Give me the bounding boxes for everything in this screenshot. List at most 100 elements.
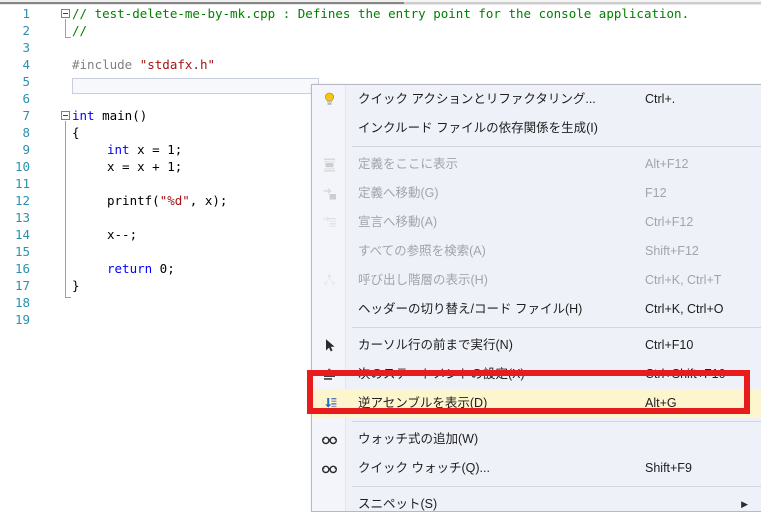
menu-item-label: 宣言へ移動(A) <box>358 215 438 229</box>
line-number: 4 <box>22 57 30 72</box>
code-line[interactable]: 3 <box>0 39 761 56</box>
line-content: return 0; <box>107 260 175 277</box>
set-next-statement-icon <box>321 366 338 383</box>
menu-item[interactable]: スニペット(S) ▶ <box>312 490 761 511</box>
code-line[interactable]: 4 #include "stdafx.h" <box>0 56 761 73</box>
line-number: 14 <box>14 227 30 242</box>
preprocessor-directive: #include <box>72 57 140 72</box>
menu-item[interactable]: 逆アセンブルを表示(D) Alt+G <box>312 389 761 418</box>
menu-separator <box>352 486 761 487</box>
menu-item-label: 呼び出し階層の表示(H) <box>358 273 488 287</box>
line-content: // <box>72 23 88 38</box>
menu-item-label: クイック アクションとリファクタリング... <box>358 92 596 106</box>
menu-item-shortcut: Shift+F9 <box>645 461 692 475</box>
context-menu[interactable]: クイック アクションとリファクタリング... Ctrl+. インクルード ファイルの… <box>311 84 761 512</box>
menu-item-list[interactable]: クイック アクションとリファクタリング... Ctrl+. インクルード ファイルの… <box>312 85 761 511</box>
go-to-definition-icon <box>321 185 338 202</box>
line-number: 1 <box>22 6 30 21</box>
menu-item[interactable]: カーソル行の前まで実行(N) Ctrl+F10 <box>312 331 761 360</box>
menu-item-label: 次のステートメントの設定(X) <box>358 367 525 381</box>
line-number: 15 <box>14 244 30 259</box>
menu-item-shortcut: Alt+F12 <box>645 157 689 171</box>
code-line[interactable]: 1 // test-delete-me-by-mk.cpp : Defines … <box>0 5 761 22</box>
menu-item[interactable]: クイック ウォッチ(Q)... Shift+F9 <box>312 454 761 483</box>
menu-item-shortcut: Shift+F12 <box>645 244 699 258</box>
screen-root: 1 // test-delete-me-by-mk.cpp : Defines … <box>0 0 761 512</box>
menu-item-label: スニペット(S) <box>358 497 438 511</box>
line-number: 2 <box>22 23 30 38</box>
line-number: 18 <box>14 295 30 310</box>
line-content: printf("%d", x); <box>107 192 227 209</box>
menu-item-label: カーソル行の前まで実行(N) <box>358 338 513 352</box>
line-number: 7 <box>22 108 30 123</box>
go-to-declaration-icon <box>321 214 338 231</box>
line-number: 17 <box>14 278 30 293</box>
glasses-icon <box>321 460 338 477</box>
line-number: 8 <box>22 125 30 140</box>
menu-item[interactable]: クイック アクションとリファクタリング... Ctrl+. <box>312 85 761 114</box>
menu-item-label: 定義をここに表示 <box>358 157 459 171</box>
menu-item-label: すべての参照を検索(A) <box>358 244 486 258</box>
menu-item[interactable]: ウォッチ式の追加(W) <box>312 425 761 454</box>
line-number: 12 <box>14 193 30 208</box>
menu-item-shortcut: Ctrl+Shift+F10 <box>645 367 726 381</box>
line-number: 11 <box>14 176 30 191</box>
menu-item-label: ウォッチ式の追加(W) <box>358 432 479 446</box>
menu-item: 定義へ移動(G) F12 <box>312 179 761 208</box>
menu-item-label: 定義へ移動(G) <box>358 186 439 200</box>
line-content: x--; <box>107 227 138 242</box>
keyword-token: int <box>72 108 95 123</box>
args-token: , x); <box>189 193 228 208</box>
call-hierarchy-icon <box>321 272 338 289</box>
line-content: x = x + 1; <box>107 159 183 174</box>
identifier-token: x = 1; <box>129 142 183 157</box>
chevron-right-icon: ▶ <box>741 499 748 509</box>
line-number: 19 <box>14 312 30 327</box>
disassembly-icon <box>321 395 338 412</box>
menu-item: 宣言へ移動(A) Ctrl+F12 <box>312 208 761 237</box>
menu-item[interactable]: 次のステートメントの設定(X) Ctrl+Shift+F10 <box>312 360 761 389</box>
line-number: 10 <box>14 159 30 174</box>
line-number: 9 <box>22 142 30 157</box>
line-number: 3 <box>22 40 30 55</box>
line-content: int main() <box>72 107 147 124</box>
identifier-token: main() <box>94 108 148 123</box>
scrollbar-thumb-right[interactable] <box>404 0 761 4</box>
value-token: 0; <box>152 261 175 276</box>
line-content: { <box>72 125 80 140</box>
keyword-token: int <box>107 142 130 157</box>
line-content: // test-delete-me-by-mk.cpp : Defines th… <box>72 6 690 21</box>
menu-separator <box>352 146 761 147</box>
menu-item: 呼び出し階層の表示(H) Ctrl+K, Ctrl+T <box>312 266 761 295</box>
code-line[interactable]: 2 // <box>0 22 761 39</box>
menu-item[interactable]: ヘッダーの切り替え/コード ファイル(H) Ctrl+K, Ctrl+O <box>312 295 761 324</box>
menu-item-shortcut: Ctrl+. <box>645 92 676 106</box>
peek-definition-icon <box>321 156 338 173</box>
line-number: 16 <box>14 261 30 276</box>
menu-separator <box>352 327 761 328</box>
line-number: 13 <box>14 210 30 225</box>
menu-item-label: クイック ウォッチ(Q)... <box>358 461 490 475</box>
menu-item-shortcut: Ctrl+F12 <box>645 215 694 229</box>
menu-item-shortcut: Ctrl+F10 <box>645 338 694 352</box>
line-number: 5 <box>22 74 30 89</box>
keyword-token: return <box>107 261 153 276</box>
line-number: 6 <box>22 91 30 106</box>
menu-item-label: インクルード ファイルの依存関係を生成(I) <box>358 121 598 135</box>
menu-item: すべての参照を検索(A) Shift+F12 <box>312 237 761 266</box>
menu-separator <box>352 421 761 422</box>
menu-item-shortcut: Ctrl+K, Ctrl+O <box>645 302 724 316</box>
string-literal: "stdafx.h" <box>139 57 215 72</box>
menu-item-label: 逆アセンブルを表示(D) <box>358 396 488 410</box>
menu-item: 定義をここに表示 Alt+F12 <box>312 150 761 179</box>
menu-item-shortcut: F12 <box>645 186 667 200</box>
run-to-cursor-icon <box>321 337 338 354</box>
function-call-token: printf( <box>107 193 160 208</box>
scrollbar-thumb-left[interactable] <box>0 0 404 4</box>
glasses-icon <box>321 431 338 448</box>
line-content: int x = 1; <box>107 141 182 158</box>
string-literal: "%d" <box>159 193 190 208</box>
menu-item-shortcut: Ctrl+K, Ctrl+T <box>645 273 722 287</box>
menu-item[interactable]: インクルード ファイルの依存関係を生成(I) <box>312 114 761 143</box>
line-content: #include "stdafx.h" <box>72 56 215 73</box>
